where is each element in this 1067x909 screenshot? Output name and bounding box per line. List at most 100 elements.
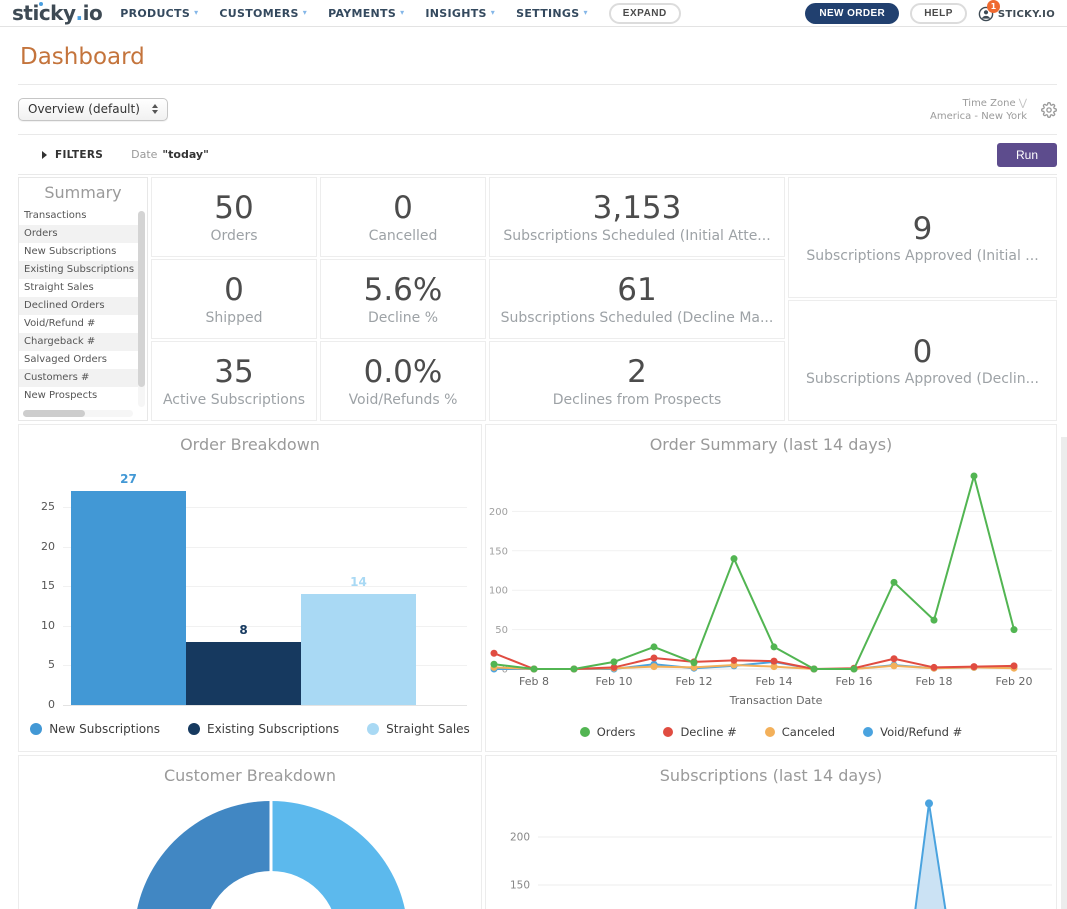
stat-value: 3,153 [592,190,682,227]
order-summary-legend: Orders Decline # Canceled Void/Refund # [486,725,1056,739]
stat-label: Subscriptions Scheduled (Decline Ma... [500,309,774,326]
summary-item-salvaged-orders[interactable]: Salvaged Orders [19,351,138,369]
stat-tile: 0 Cancelled [320,177,486,257]
summary-vertical-scrollbar[interactable] [138,211,145,407]
order-summary-panel: Order Summary (last 14 days) 0 50 100 150 20… [485,424,1057,752]
summary-item-transactions[interactable]: Transactions [19,207,138,225]
summary-item-orders[interactable]: Orders [19,225,138,243]
order-breakdown-legend: New Subscriptions Existing Subscriptions S… [19,722,481,736]
stat-label: Subscriptions Scheduled (Initial Atte... [503,227,771,244]
nav-item-label: PAYMENTS [328,6,397,20]
filters-toggle[interactable]: FILTERS [55,149,103,161]
data-point [925,799,933,808]
main-menu: PRODUCTS ▾ CUSTOMERS ▾ PAYMENTS ▾ INSIGHTS ▾ SET… [120,7,609,20]
stat-value: 35 [214,354,254,391]
series-orders [490,472,1018,673]
summary-item-customers[interactable]: Customers # [19,369,138,387]
legend-item-existing-subscriptions[interactable]: Existing Subscriptions [188,722,339,736]
account-menu[interactable]: 1 STICKY.IO [978,0,1055,22]
x-tick-labels: Feb 8 Feb 10 Feb 12 Feb 14 Feb 16 Feb 18 Feb 2… [519,675,1032,688]
chevron-down-icon: ▾ [400,8,405,17]
nav-item-label: PRODUCTS [120,6,191,20]
legend-item-new-subscriptions[interactable]: New Subscriptions [30,722,160,736]
gear-icon[interactable] [1041,101,1057,118]
summary-horizontal-scrollbar[interactable] [23,410,133,417]
svg-text:Feb 16: Feb 16 [836,675,873,688]
chevron-down-icon: ▾ [194,8,199,17]
logo-suffix: io [82,1,103,25]
scrollbar-thumb[interactable] [138,211,145,387]
logo[interactable]: sticky. io [12,1,103,25]
svg-text:Feb 20: Feb 20 [996,675,1033,688]
legend-label: Decline # [680,725,737,739]
nav-item-products[interactable]: PRODUCTS ▾ [120,7,198,20]
top-navbar: sticky. io PRODUCTS ▾ CUSTOMERS ▾ PAYMENTS ▾ IN… [0,0,1067,27]
notification-badge[interactable]: 1 [986,0,1000,13]
stat-tile: 61 Subscriptions Scheduled (Decline Ma... [489,259,785,339]
expand-button[interactable]: EXPAND [608,2,681,24]
legend-label: Straight Sales [386,722,470,736]
nav-item-label: INSIGHTS [425,6,487,20]
nav-item-label: SETTINGS [516,6,580,20]
scrollbar-thumb[interactable] [23,410,85,417]
legend-item-straight-sales[interactable]: Straight Sales [367,722,470,736]
legend-item-void-refund-[interactable]: Void/Refund # [863,725,962,739]
stat-tile: 2 Declines from Prospects [489,341,785,421]
summary-item-straight-sales[interactable]: Straight Sales [19,279,138,297]
filters-expand-icon[interactable] [42,150,47,159]
stat-tile: 0 Shipped [151,259,317,339]
bar-existing-subscriptions[interactable] [186,641,301,705]
nav-item-customers[interactable]: CUSTOMERS ▾ [219,7,307,20]
timezone-selector[interactable]: Time Zone ⋁ America - New York [930,97,1027,123]
legend-marker [863,727,874,737]
stat-tile: 9 Subscriptions Approved (Initial ... [788,177,1057,298]
summary-item-new-subscriptions[interactable]: New Subscriptions [19,243,138,261]
timezone-block: Time Zone ⋁ America - New York [930,97,1057,123]
new-order-button[interactable]: NEW ORDER [805,2,900,24]
legend-label: New Subscriptions [49,722,160,736]
stat-value: 0 [393,190,413,227]
stat-label: Active Subscriptions [162,391,306,408]
summary-item-void-refund[interactable]: Void/Refund # [19,315,138,333]
divider [18,174,1057,175]
x-axis-title: Transaction Date [729,694,823,707]
bar-straight-sales[interactable] [301,594,416,705]
nav-item-payments[interactable]: PAYMENTS ▾ [328,7,404,20]
legend-item-decline-[interactable]: Decline # [663,725,737,739]
y-tick-label: 0 [48,698,55,711]
filters-row: FILTERS Date "today" Run [18,135,1057,174]
y-tick-label: 15 [41,579,55,593]
nav-item-insights[interactable]: INSIGHTS ▾ [425,7,495,20]
nav-right-group: NEW ORDER HELP 1 STICKY.IO [805,0,1055,24]
run-button[interactable]: Run [996,142,1057,167]
help-button[interactable]: HELP [910,2,967,24]
legend-label: Orders [596,725,636,739]
order-breakdown-panel: Order Breakdown 0 5 10 15 20 25 27 8 14 New Subsc… [18,424,482,752]
summary-item-new-prospects[interactable]: New Prospects [19,387,138,405]
stat-label: Subscriptions Approved (Declin... [806,371,1039,388]
nav-item-settings[interactable]: SETTINGS ▾ [516,7,588,20]
page-title: Dashboard [20,44,145,70]
dashboard-view-select[interactable]: Overview (default) [18,98,168,121]
stat-value: 9 [912,210,933,247]
chevron-down-icon: ▾ [490,8,496,17]
chart-title: Customer Breakdown [163,766,337,785]
svg-text:Feb 18: Feb 18 [916,675,953,688]
page-scrollbar[interactable] [1061,437,1067,909]
summary-item-existing-subscriptions[interactable]: Existing Subscriptions [19,261,138,279]
y-tick-label: 200 [510,832,530,844]
legend-item-canceled[interactable]: Canceled [764,725,835,739]
stat-label: Decline % [367,309,439,326]
summary-item-chargeback[interactable]: Chargeback # [19,333,138,351]
summary-item-declined-orders[interactable]: Declined Orders [19,297,138,315]
legend-label: Existing Subscriptions [207,722,340,736]
logo-blue-idot [39,2,43,6]
bar-value-label: 14 [350,575,367,590]
stat-value: 50 [214,190,254,227]
chevron-down-icon: ▾ [302,8,308,17]
stat-label: Shipped [205,309,263,326]
page-content: Dashboard Overview (default) Time Zone ⋁… [0,44,1067,909]
bar-new-subscriptions[interactable] [71,491,186,705]
legend-marker [663,727,674,737]
legend-item-orders[interactable]: Orders [579,725,636,739]
